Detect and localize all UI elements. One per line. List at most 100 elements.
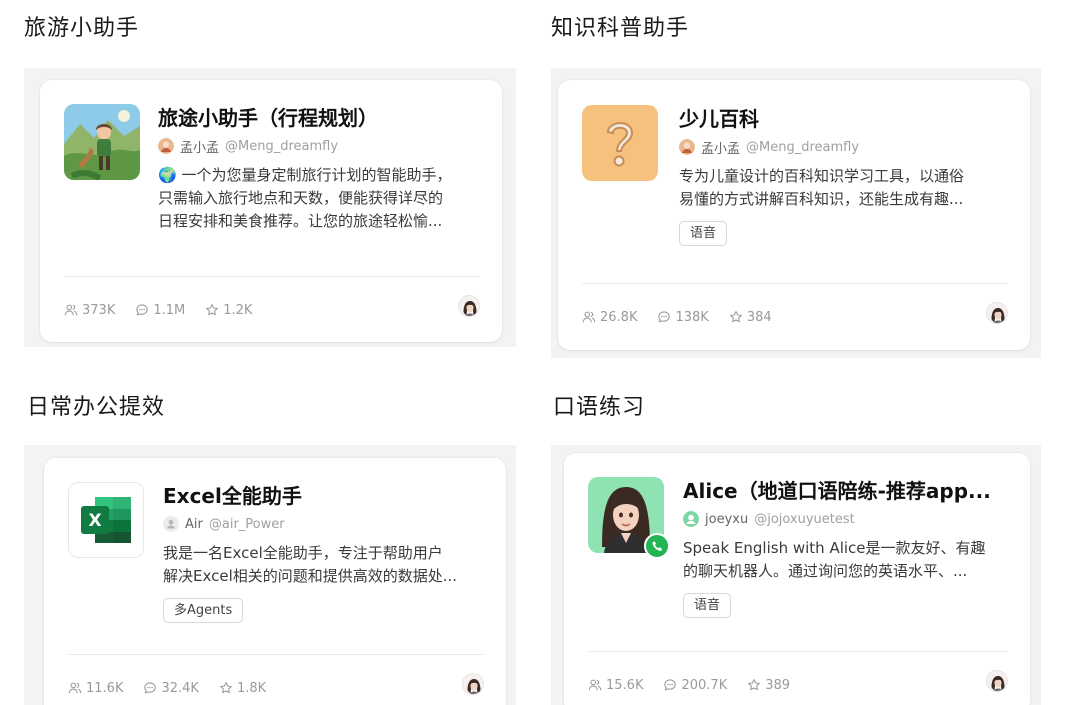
- bot-description: 专为儿童设计的百科知识学习工具，以通俗 易懂的方式讲解百科知识，还能生成有趣..…: [679, 165, 1008, 211]
- stat-users-value: 26.8K: [600, 309, 638, 325]
- bot-author[interactable]: 孟小孟 @Meng_dreamfly: [679, 138, 1008, 157]
- stat-messages: 138K: [657, 309, 709, 325]
- description-line: 🌍 一个为您量身定制旅行计划的智能助手，: [158, 166, 452, 184]
- description-line: 专为儿童设计的百科知识学习工具，以通俗: [679, 167, 965, 185]
- tag-voice[interactable]: 语音: [683, 593, 732, 618]
- phone-icon: [644, 533, 670, 559]
- bot-title[interactable]: Alice（地道口语陪练-推荐app...: [683, 477, 1008, 505]
- stat-users: 15.6K: [588, 678, 643, 693]
- chat-bubble-icon: [135, 303, 149, 317]
- description-line: 易懂的方式讲解百科知识，还能生成有趣...: [679, 190, 964, 208]
- card-divider: [582, 283, 1008, 284]
- description-line: 我是一名Excel全能助手，专注于帮助用户: [163, 544, 443, 562]
- users-icon: [588, 678, 602, 692]
- stat-users-value: 373K: [82, 302, 116, 318]
- stat-users-value: 15.6K: [606, 677, 644, 693]
- creator-avatar[interactable]: [986, 302, 1008, 324]
- creator-avatar[interactable]: [458, 295, 480, 317]
- section-title-office: 日常办公提效: [27, 395, 166, 420]
- description-line: 只需输入旅行地点和天数，便能获得详尽的: [158, 189, 444, 207]
- bot-content-alice: Alice（地道口语陪练-推荐app... joeyxu @jojoxuyuet…: [683, 477, 1008, 618]
- star-icon: [219, 681, 233, 695]
- stat-users: 11.6K: [68, 681, 123, 696]
- bot-title[interactable]: Excel全能助手: [163, 482, 484, 510]
- bot-thumbnail-excel: X: [68, 482, 144, 558]
- description-line: 日程安排和美食推荐。让您的旅途轻松愉...: [158, 212, 443, 230]
- star-icon: [729, 310, 743, 324]
- bot-stats: 26.8K 138K 384: [582, 307, 792, 327]
- star-icon: [205, 303, 219, 317]
- author-handle: @jojoxuyuetest: [754, 511, 855, 527]
- stat-messages-value: 1.1M: [153, 302, 186, 318]
- bot-content-travel: 旅途小助手（行程规划） 孟小孟 @Meng_dreamfly 🌍 一个为您量身定…: [158, 104, 480, 233]
- stat-stars-value: 1.2K: [223, 302, 253, 318]
- bot-card-alice[interactable]: Alice（地道口语陪练-推荐app... joeyxu @jojoxuyuet…: [564, 453, 1030, 705]
- stat-messages: 32.4K: [143, 680, 199, 696]
- users-icon: [582, 310, 596, 324]
- bot-thumbnail-alice: [588, 477, 670, 559]
- author-handle: @Meng_dreamfly: [746, 139, 860, 155]
- bot-author[interactable]: Air @air_Power: [163, 515, 484, 533]
- bot-thumbnail-kids-encyclopedia: [582, 105, 658, 181]
- stat-stars: 384: [729, 310, 772, 325]
- bot-title[interactable]: 旅途小助手（行程规划）: [158, 104, 480, 132]
- author-avatar: [679, 139, 695, 155]
- users-icon: [68, 681, 82, 695]
- section-panel-knowledge: 少儿百科 孟小孟 @Meng_dreamfly 专为儿童设计的百科知识学习工具，…: [551, 68, 1041, 358]
- tag-multi-agents[interactable]: 多Agents: [163, 598, 244, 623]
- stat-stars-value: 389: [765, 677, 791, 693]
- creator-avatar[interactable]: [986, 670, 1008, 692]
- bot-description: Speak English with Alice是一款友好、有趣 的聊天机器人。…: [683, 537, 1008, 583]
- stat-users: 26.8K: [582, 310, 637, 325]
- author-handle: @air_Power: [208, 516, 285, 532]
- bot-stats: 15.6K 200.7K 389: [588, 675, 810, 695]
- stat-users-value: 11.6K: [86, 680, 124, 696]
- author-avatar: [163, 516, 179, 532]
- stat-stars: 1.8K: [219, 681, 266, 696]
- users-icon: [64, 303, 78, 317]
- bot-card-excel[interactable]: X Excel全能助手 Air @air_Power 我是一名Excel全能助手…: [44, 458, 506, 705]
- stat-messages-value: 32.4K: [161, 680, 199, 696]
- section-title-knowledge: 知识科普助手: [551, 16, 690, 41]
- svg-text:X: X: [88, 511, 101, 531]
- author-name: joeyxu: [705, 511, 749, 527]
- description-line: Speak English with Alice是一款友好、有趣: [683, 539, 986, 557]
- tag-voice[interactable]: 语音: [679, 221, 728, 246]
- stat-stars-value: 1.8K: [236, 680, 267, 696]
- stat-messages: 1.1M: [135, 303, 185, 318]
- card-divider: [588, 651, 1008, 652]
- bot-author[interactable]: 孟小孟 @Meng_dreamfly: [158, 137, 480, 156]
- bot-card-travel[interactable]: 旅途小助手（行程规划） 孟小孟 @Meng_dreamfly 🌍 一个为您量身定…: [40, 80, 502, 342]
- card-divider: [68, 654, 484, 655]
- author-avatar: [683, 511, 699, 527]
- bot-content-kids-encyclopedia: 少儿百科 孟小孟 @Meng_dreamfly 专为儿童设计的百科知识学习工具，…: [679, 105, 1008, 246]
- stat-users: 373K: [64, 303, 115, 318]
- author-name: 孟小孟: [701, 141, 741, 157]
- stat-messages: 200.7K: [663, 678, 727, 693]
- creator-avatar[interactable]: [462, 673, 484, 695]
- chat-bubble-icon: [657, 310, 671, 324]
- bot-card-kids-encyclopedia[interactable]: 少儿百科 孟小孟 @Meng_dreamfly 专为儿童设计的百科知识学习工具，…: [558, 80, 1030, 350]
- author-name: Air: [185, 516, 203, 532]
- bot-content-excel: Excel全能助手 Air @air_Power 我是一名Excel全能助手，专…: [163, 482, 484, 623]
- bot-thumbnail-travel: [64, 104, 140, 180]
- stat-stars: 389: [747, 678, 790, 693]
- author-name: 孟小孟: [180, 140, 220, 156]
- section-title-speaking: 口语练习: [553, 395, 646, 420]
- stat-messages-value: 138K: [675, 309, 709, 325]
- bot-description: 🌍 一个为您量身定制旅行计划的智能助手， 只需输入旅行地点和天数，便能获得详尽的…: [158, 164, 480, 233]
- bot-stats: 11.6K 32.4K 1.8K: [68, 678, 286, 698]
- bot-title[interactable]: 少儿百科: [679, 105, 1008, 133]
- stat-messages-value: 200.7K: [681, 677, 728, 693]
- section-title-travel: 旅游小助手: [24, 16, 140, 41]
- bot-stats: 373K 1.1M 1.2K: [64, 300, 272, 320]
- bot-description: 我是一名Excel全能助手，专注于帮助用户 解决Excel相关的问题和提供高效的…: [163, 542, 484, 588]
- chat-bubble-icon: [143, 681, 157, 695]
- section-panel-travel: 旅途小助手（行程规划） 孟小孟 @Meng_dreamfly 🌍 一个为您量身定…: [24, 68, 516, 347]
- author-avatar: [158, 138, 174, 154]
- section-panel-speaking: Alice（地道口语陪练-推荐app... joeyxu @jojoxuyuet…: [551, 445, 1041, 705]
- star-icon: [747, 678, 761, 692]
- section-panel-office: X Excel全能助手 Air @air_Power 我是一名Excel全能助手…: [24, 445, 516, 705]
- stat-stars-value: 384: [746, 309, 772, 325]
- bot-author[interactable]: joeyxu @jojoxuyuetest: [683, 510, 1008, 528]
